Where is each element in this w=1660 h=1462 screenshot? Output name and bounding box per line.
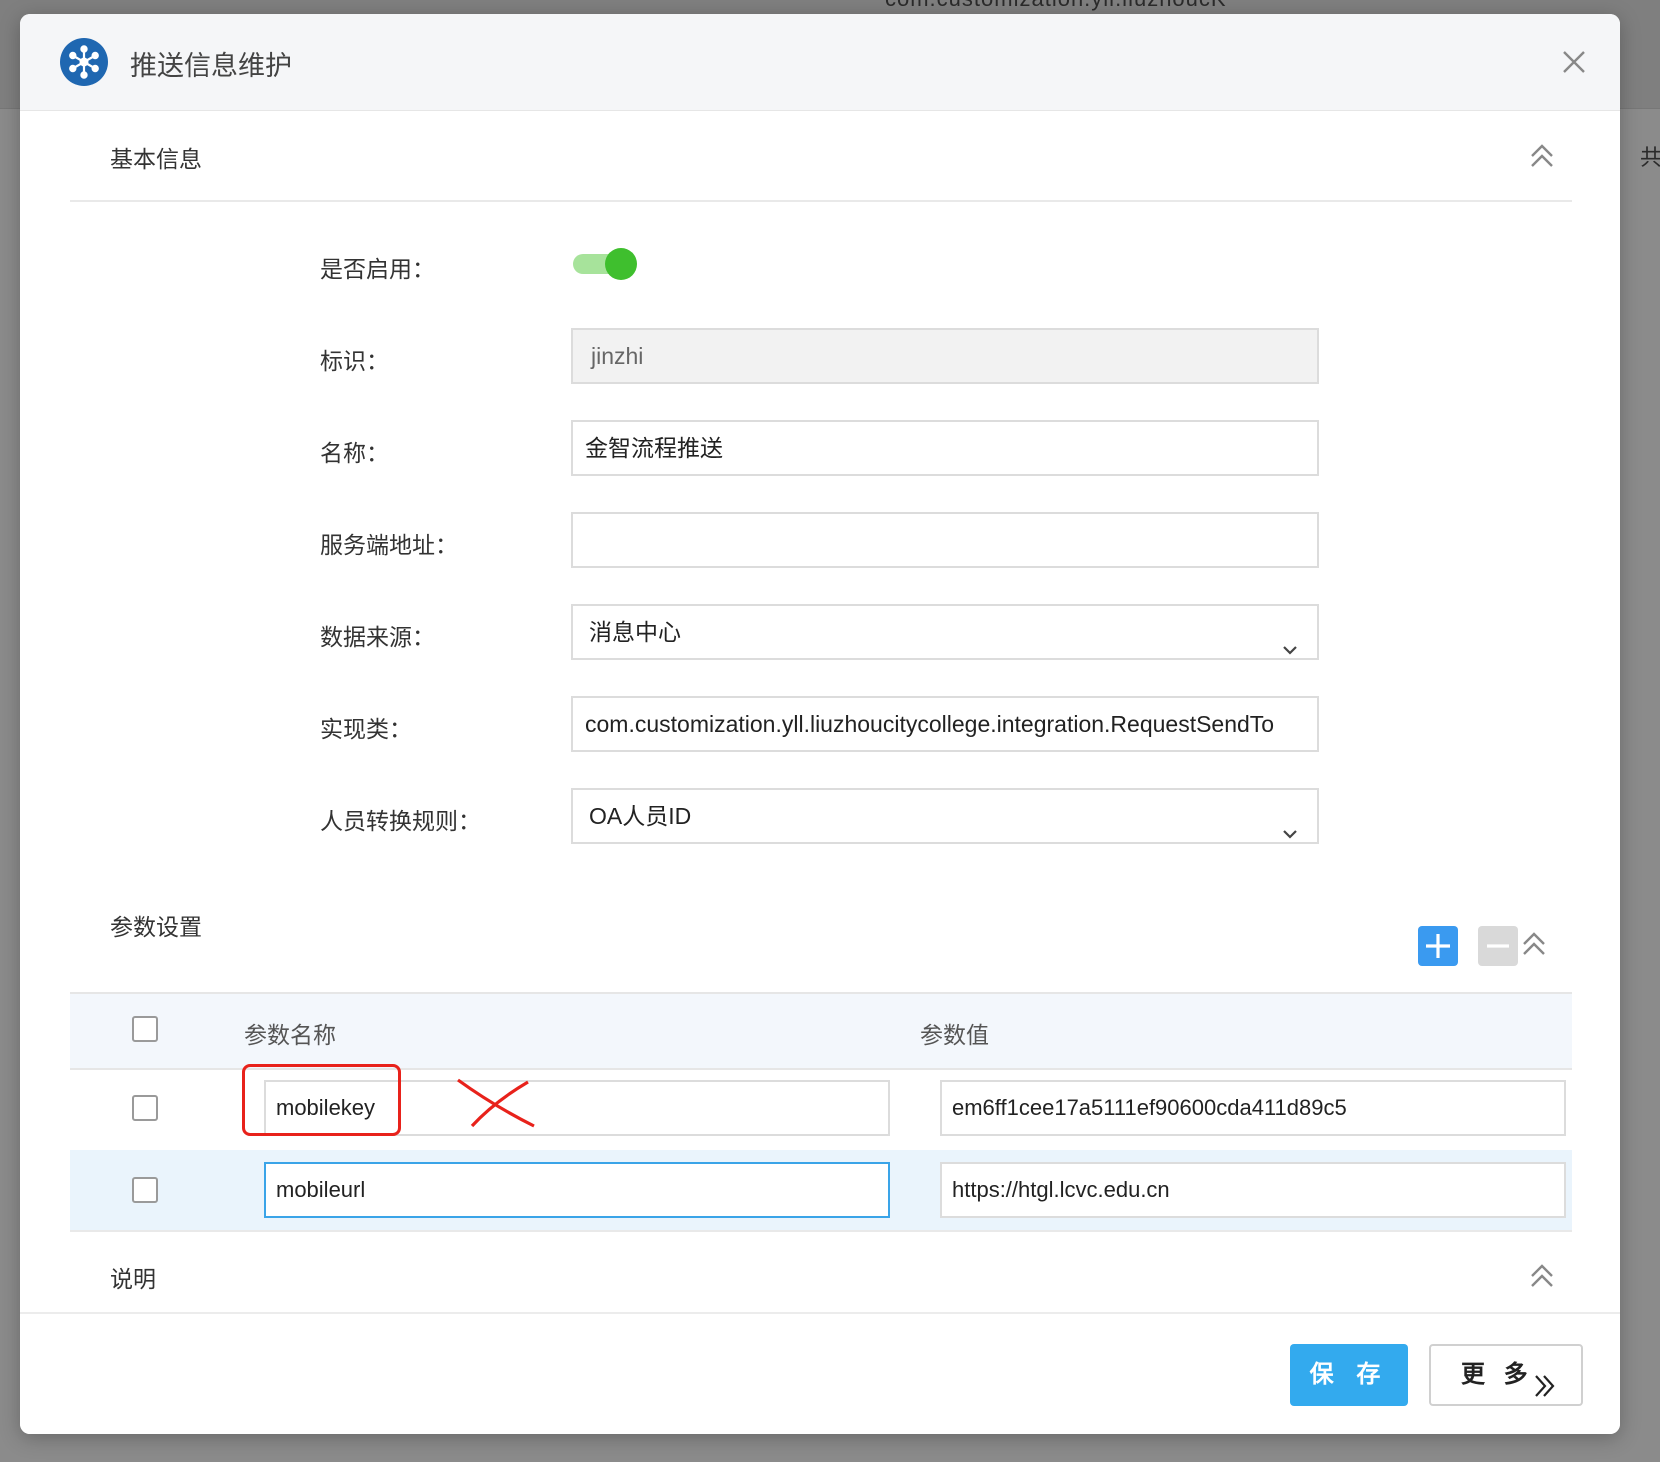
divider (70, 200, 1572, 202)
person-rule-label: 人员转换规则： (320, 808, 481, 834)
param-settings-title: 参数设置 (110, 914, 202, 940)
add-row-button[interactable] (1418, 926, 1458, 966)
annotation-cross-mark (454, 1076, 538, 1137)
close-icon[interactable] (1556, 44, 1592, 80)
basic-info-header: 基本信息 (70, 110, 1572, 200)
param-table-header: 参数名称 参数值 (70, 992, 1572, 1070)
param-name-input[interactable]: mobileurl (264, 1162, 890, 1218)
chevron-down-icon (1281, 624, 1299, 655)
more-button[interactable]: 更 多 (1429, 1344, 1583, 1406)
person-rule-select[interactable]: OA人员ID (571, 788, 1319, 844)
impl-class-label: 实现类： (320, 716, 412, 742)
notes-title: 说明 (110, 1266, 156, 1292)
table-row: mobileurl https://htgl.lcvc.edu.cn (70, 1150, 1572, 1230)
collapse-params-icon[interactable] (1518, 928, 1550, 960)
push-info-dialog: 推送信息维护 基本信息 是否启用： 标识： jinzhi 名称： 金智流程推送 … (20, 14, 1620, 1434)
more-button-label: 更 多 (1461, 1361, 1534, 1388)
id-label: 标识： (320, 348, 389, 374)
impl-class-field[interactable]: com.customization.yll.liuzhoucitycollege… (571, 696, 1319, 752)
row-checkbox[interactable] (132, 1095, 158, 1121)
param-settings-header: 参数设置 (70, 880, 1572, 970)
column-header-param-value: 参数值 (920, 1022, 989, 1048)
data-source-value: 消息中心 (589, 619, 681, 645)
data-source-select[interactable]: 消息中心 (571, 604, 1319, 660)
save-button[interactable]: 保 存 (1290, 1344, 1408, 1406)
annotation-highlight-box (242, 1064, 401, 1136)
double-chevron-right-icon (1531, 1363, 1557, 1421)
basic-info-title: 基本信息 (110, 146, 202, 172)
id-field: jinzhi (571, 328, 1319, 384)
collapse-notes-icon[interactable] (1526, 1260, 1558, 1292)
toggle-knob (605, 248, 637, 280)
enabled-label: 是否启用： (320, 256, 435, 282)
snowflake-icon (60, 38, 108, 86)
notes-header: 说明 (70, 1234, 1572, 1324)
column-header-param-name: 参数名称 (244, 1022, 336, 1048)
row-checkbox[interactable] (132, 1177, 158, 1203)
server-address-field[interactable] (571, 512, 1319, 568)
dialog-title: 推送信息维护 (130, 51, 292, 81)
name-field[interactable]: 金智流程推送 (571, 420, 1319, 476)
data-source-label: 数据来源： (320, 624, 435, 650)
param-value-input[interactable]: https://htgl.lcvc.edu.cn (940, 1162, 1566, 1218)
remove-row-button[interactable] (1478, 926, 1518, 966)
name-label: 名称： (320, 440, 389, 466)
collapse-basic-icon[interactable] (1526, 140, 1558, 172)
select-all-checkbox[interactable] (132, 1016, 158, 1042)
server-address-label: 服务端地址： (320, 532, 458, 558)
param-value-input[interactable]: em6ff1cee17a5111ef90600cda411d89c5 (940, 1080, 1566, 1136)
enabled-toggle[interactable] (573, 248, 637, 280)
background-top-text: com.customization.yll.liuzhoucK (885, 0, 1227, 12)
chevron-down-icon (1281, 808, 1299, 839)
background-right-text: 共 (1640, 145, 1660, 170)
dialog-header: 推送信息维护 (20, 14, 1620, 111)
person-rule-value: OA人员ID (589, 803, 692, 829)
divider (70, 1230, 1572, 1232)
